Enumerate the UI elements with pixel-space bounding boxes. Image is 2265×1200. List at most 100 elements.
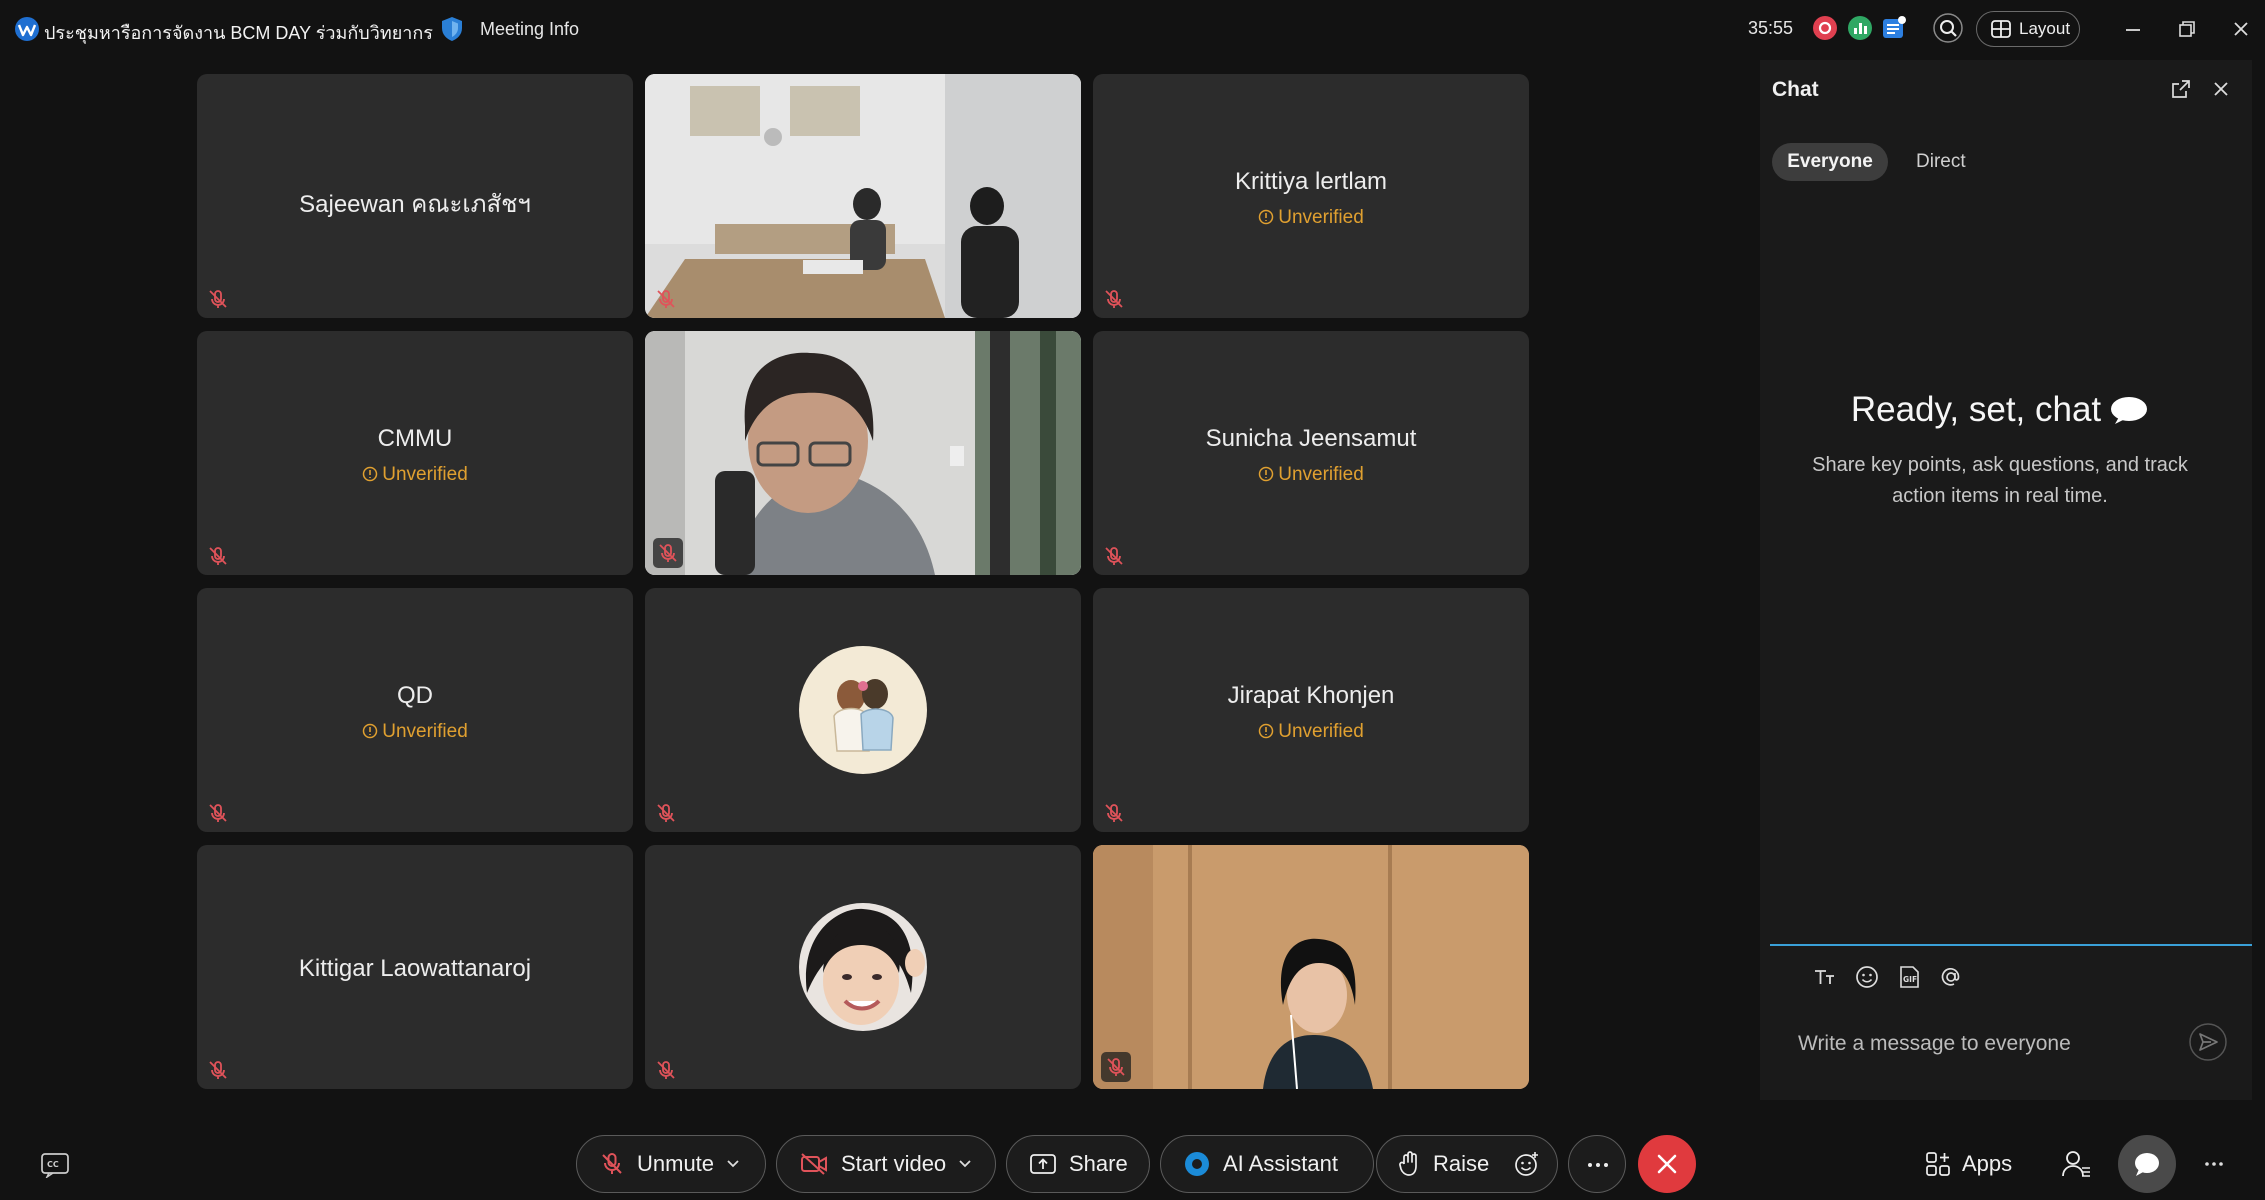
participant-name: Krittiya lertlam	[1234, 168, 1388, 195]
info-circle-icon	[1258, 466, 1274, 482]
chevron-down-icon[interactable]	[726, 1159, 740, 1169]
participant-tile[interactable]: Jirapat Khonjen Unverified	[1093, 588, 1529, 832]
share-button[interactable]: Share	[1006, 1135, 1150, 1193]
mention-icon[interactable]	[1938, 964, 1964, 990]
muted-mic-icon	[1105, 547, 1123, 565]
more-dots-icon	[1588, 1163, 1608, 1167]
title-bar: ประชุมหารือการจัดงาน BCM DAY ร่วมกับวิทย…	[0, 0, 2265, 58]
layout-grid-icon	[1991, 20, 2011, 38]
chat-message-input[interactable]: Write a message to everyone	[1798, 1032, 2071, 1056]
video-off-icon	[801, 1153, 827, 1175]
chat-panel: Chat Everyone Direct Ready, set, chat Sh…	[1760, 60, 2252, 1100]
participant-name: Jirapat Khonjen	[1227, 682, 1395, 709]
unverified-badge: Unverified	[197, 721, 633, 743]
participant-tile[interactable]: Sunicha Jeensamut Unverified	[1093, 331, 1529, 575]
chat-toggle-button[interactable]	[2118, 1135, 2176, 1193]
participant-avatar	[799, 646, 927, 774]
participant-tile[interactable]	[645, 588, 1081, 832]
muted-mic-icon	[602, 1153, 622, 1174]
chevron-down-icon[interactable]	[958, 1159, 972, 1169]
muted-mic-icon	[209, 804, 227, 822]
unmute-button[interactable]: Unmute	[576, 1135, 766, 1193]
raise-hand-icon	[1399, 1151, 1417, 1176]
participant-webcam-video	[645, 331, 1081, 575]
restore-icon[interactable]	[2172, 14, 2202, 44]
zoom-search-icon[interactable]	[1932, 12, 1964, 44]
raise-hand-button[interactable]: Raise	[1376, 1135, 1558, 1193]
start-video-label: Start video	[841, 1151, 947, 1176]
muted-mic-icon	[657, 290, 675, 308]
notes-icon[interactable]	[1880, 14, 1908, 42]
ai-assistant-icon	[1185, 1152, 1209, 1176]
send-icon[interactable]	[2188, 1022, 2228, 1062]
participant-tile[interactable]: Sajeewan คณะเภสัชฯ	[197, 74, 633, 318]
popout-icon[interactable]	[2170, 78, 2192, 100]
ai-assistant-button[interactable]: AI Assistant	[1160, 1135, 1374, 1193]
layout-label: Layout	[2019, 19, 2071, 38]
unverified-badge: Unverified	[1093, 207, 1529, 229]
participant-name: QD	[397, 682, 433, 709]
reactions-icon[interactable]	[1513, 1150, 1541, 1178]
meeting-title: ประชุมหารือการจัดงาน BCM DAY ร่วมกับวิทย…	[44, 23, 433, 43]
speech-bubble-icon	[2111, 397, 2148, 424]
info-circle-icon	[362, 723, 378, 739]
muted-mic-icon	[1105, 290, 1123, 308]
participant-video-tile[interactable]	[1093, 845, 1529, 1089]
meeting-timer: 35:55	[1748, 18, 1794, 38]
participant-tile[interactable]: QD Unverified	[197, 588, 633, 832]
tab-direct[interactable]: Direct	[1916, 143, 1966, 181]
info-circle-icon	[362, 466, 378, 482]
participant-video-tile[interactable]	[645, 74, 1081, 318]
apps-button[interactable]: Apps	[1924, 1150, 2012, 1178]
meeting-room-video	[645, 74, 1081, 318]
emoji-icon[interactable]	[1854, 964, 1880, 990]
closed-captions-icon[interactable]: CC	[40, 1152, 70, 1178]
chat-input-divider	[1770, 944, 2252, 946]
muted-mic-icon	[657, 804, 675, 822]
info-circle-icon	[1258, 209, 1274, 225]
participant-tile[interactable]: CMMU Unverified	[197, 331, 633, 575]
participant-name: Sunicha Jeensamut	[1205, 425, 1417, 452]
meeting-info-link[interactable]: Meeting Info	[480, 19, 579, 40]
leave-meeting-button[interactable]	[1638, 1135, 1696, 1193]
muted-mic-icon	[1101, 1052, 1131, 1082]
unverified-badge: Unverified	[1093, 721, 1529, 743]
apps-grid-icon	[1926, 1152, 1950, 1176]
raise-label: Raise	[1433, 1151, 1490, 1176]
unverified-badge: Unverified	[197, 464, 633, 486]
tab-everyone[interactable]: Everyone	[1772, 143, 1888, 181]
share-label: Share	[1069, 1151, 1128, 1176]
muted-mic-icon	[1105, 804, 1123, 822]
unmute-label: Unmute	[637, 1151, 715, 1176]
participant-video-tile[interactable]	[645, 331, 1081, 575]
participant-tile[interactable]	[645, 845, 1081, 1089]
chat-empty-description: Share key points, ask questions, and tra…	[1812, 454, 2188, 507]
more-options-button[interactable]	[1568, 1135, 1626, 1193]
minimize-icon[interactable]	[2118, 14, 2148, 44]
recording-icon[interactable]	[1811, 14, 1839, 42]
muted-mic-icon	[657, 1061, 675, 1079]
unverified-badge: Unverified	[1093, 464, 1529, 486]
participant-tile[interactable]: Krittiya lertlam Unverified	[1093, 74, 1529, 318]
gif-icon[interactable]: GIF	[1896, 964, 1922, 990]
muted-mic-icon	[209, 1061, 227, 1079]
close-icon[interactable]	[2210, 78, 2232, 100]
apps-label: Apps	[1962, 1151, 2013, 1176]
shield-icon[interactable]	[440, 16, 464, 42]
info-circle-icon	[1258, 723, 1274, 739]
participants-icon[interactable]	[2060, 1148, 2092, 1180]
layout-button[interactable]: Layout	[1976, 11, 2080, 47]
chat-title: Chat	[1772, 78, 1819, 101]
close-window-icon[interactable]	[2226, 14, 2256, 44]
muted-mic-icon	[653, 538, 683, 568]
stats-icon[interactable]	[1846, 14, 1874, 42]
overflow-menu-icon[interactable]	[2200, 1152, 2228, 1176]
close-icon	[1657, 1154, 1677, 1174]
participant-avatar	[799, 903, 927, 1031]
text-format-icon[interactable]	[1812, 964, 1838, 990]
muted-mic-icon	[209, 290, 227, 308]
start-video-button[interactable]: Start video	[776, 1135, 996, 1193]
share-screen-icon	[1030, 1154, 1056, 1174]
participant-tile[interactable]: Kittigar Laowattanaroj	[197, 845, 633, 1089]
chat-empty-title: Ready, set, chat	[1760, 390, 2240, 430]
